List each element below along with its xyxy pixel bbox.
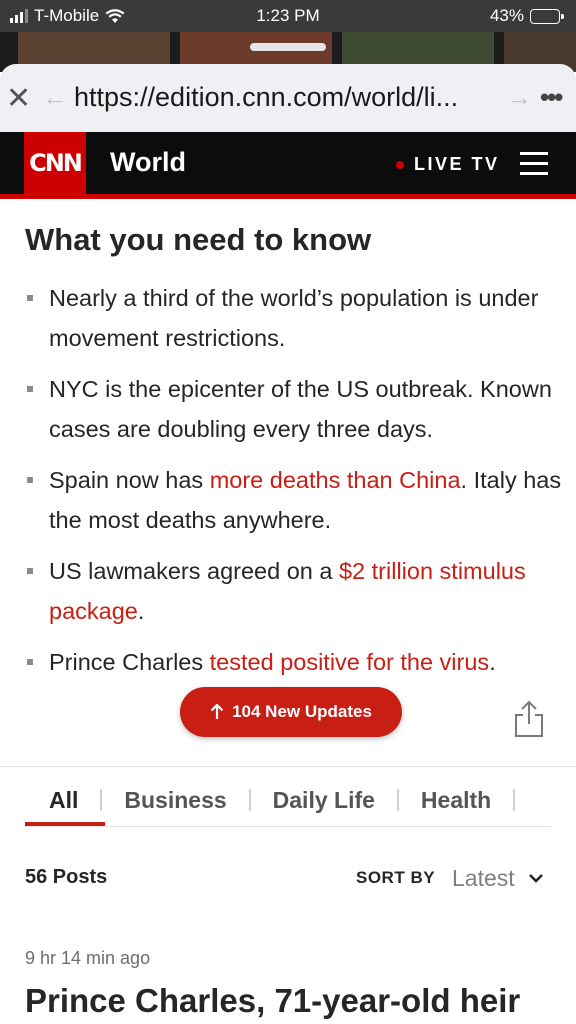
live-tv-label: LIVE TV: [414, 154, 500, 174]
tab-business[interactable]: Business: [102, 782, 248, 818]
story-link[interactable]: tested positive for the virus: [210, 649, 490, 675]
url-text[interactable]: https://edition.cnn.com/world/li...: [74, 82, 458, 113]
story-link[interactable]: more deaths than China: [210, 467, 461, 493]
list-item: Prince Charles tested positive for the v…: [25, 642, 565, 682]
cnn-logo[interactable]: CNN: [24, 132, 86, 194]
share-icon[interactable]: [513, 700, 545, 738]
battery-percent: 43%: [489, 6, 524, 25]
chevron-down-icon[interactable]: [528, 870, 544, 886]
more-icon[interactable]: •••: [540, 82, 563, 113]
new-updates-label: 104 New Updates: [232, 702, 372, 721]
live-dot-icon: [396, 160, 404, 169]
sort-select[interactable]: Latest: [452, 865, 515, 892]
live-tv-link[interactable]: LIVE TV: [396, 154, 500, 175]
list-item: Nearly a third of the world’s population…: [25, 278, 565, 358]
new-updates-button[interactable]: 104 New Updates: [180, 687, 402, 737]
sort-by-label: SORT BY: [356, 868, 436, 887]
divider: [0, 766, 576, 767]
battery-icon: [530, 8, 564, 24]
list-item: NYC is the epicenter of the US outbreak.…: [25, 369, 565, 449]
tab-daily-life[interactable]: Daily Life: [251, 782, 397, 818]
browser-url-bar: ✕ ← https://edition.cnn.com/world/li... …: [0, 64, 576, 132]
post-headline[interactable]: Prince Charles, 71-year-old heir: [25, 982, 520, 1020]
tab-health[interactable]: Health: [399, 782, 513, 818]
list-item: Spain now has more deaths than China. It…: [25, 460, 565, 540]
tab-all[interactable]: All: [25, 782, 100, 818]
need-to-know-list: Nearly a third of the world’s population…: [25, 278, 565, 693]
status-bar: T-Mobile 1:23 PM 43%: [0, 0, 576, 32]
back-arrow-icon[interactable]: ←: [42, 84, 68, 110]
forward-arrow-icon[interactable]: →: [506, 84, 532, 110]
posts-count: 56 Posts: [25, 866, 108, 888]
section-title[interactable]: World: [110, 147, 186, 178]
need-to-know-title: What you need to know: [25, 222, 372, 257]
filter-tabs: All Business Daily Life Health: [25, 780, 516, 820]
header-accent-line: [0, 194, 576, 199]
hamburger-menu-icon[interactable]: [520, 152, 548, 175]
post-timestamp: 9 hr 14 min ago: [25, 948, 151, 968]
tabs-divider: [25, 826, 551, 827]
site-header: CNN World LIVE TV: [0, 132, 576, 199]
arrow-up-icon: [210, 704, 224, 719]
list-item: US lawmakers agreed on a $2 trillion sti…: [25, 551, 565, 631]
close-icon[interactable]: ✕: [6, 84, 31, 114]
sheet-grabber[interactable]: [250, 43, 326, 51]
tab-separator: [513, 789, 516, 811]
